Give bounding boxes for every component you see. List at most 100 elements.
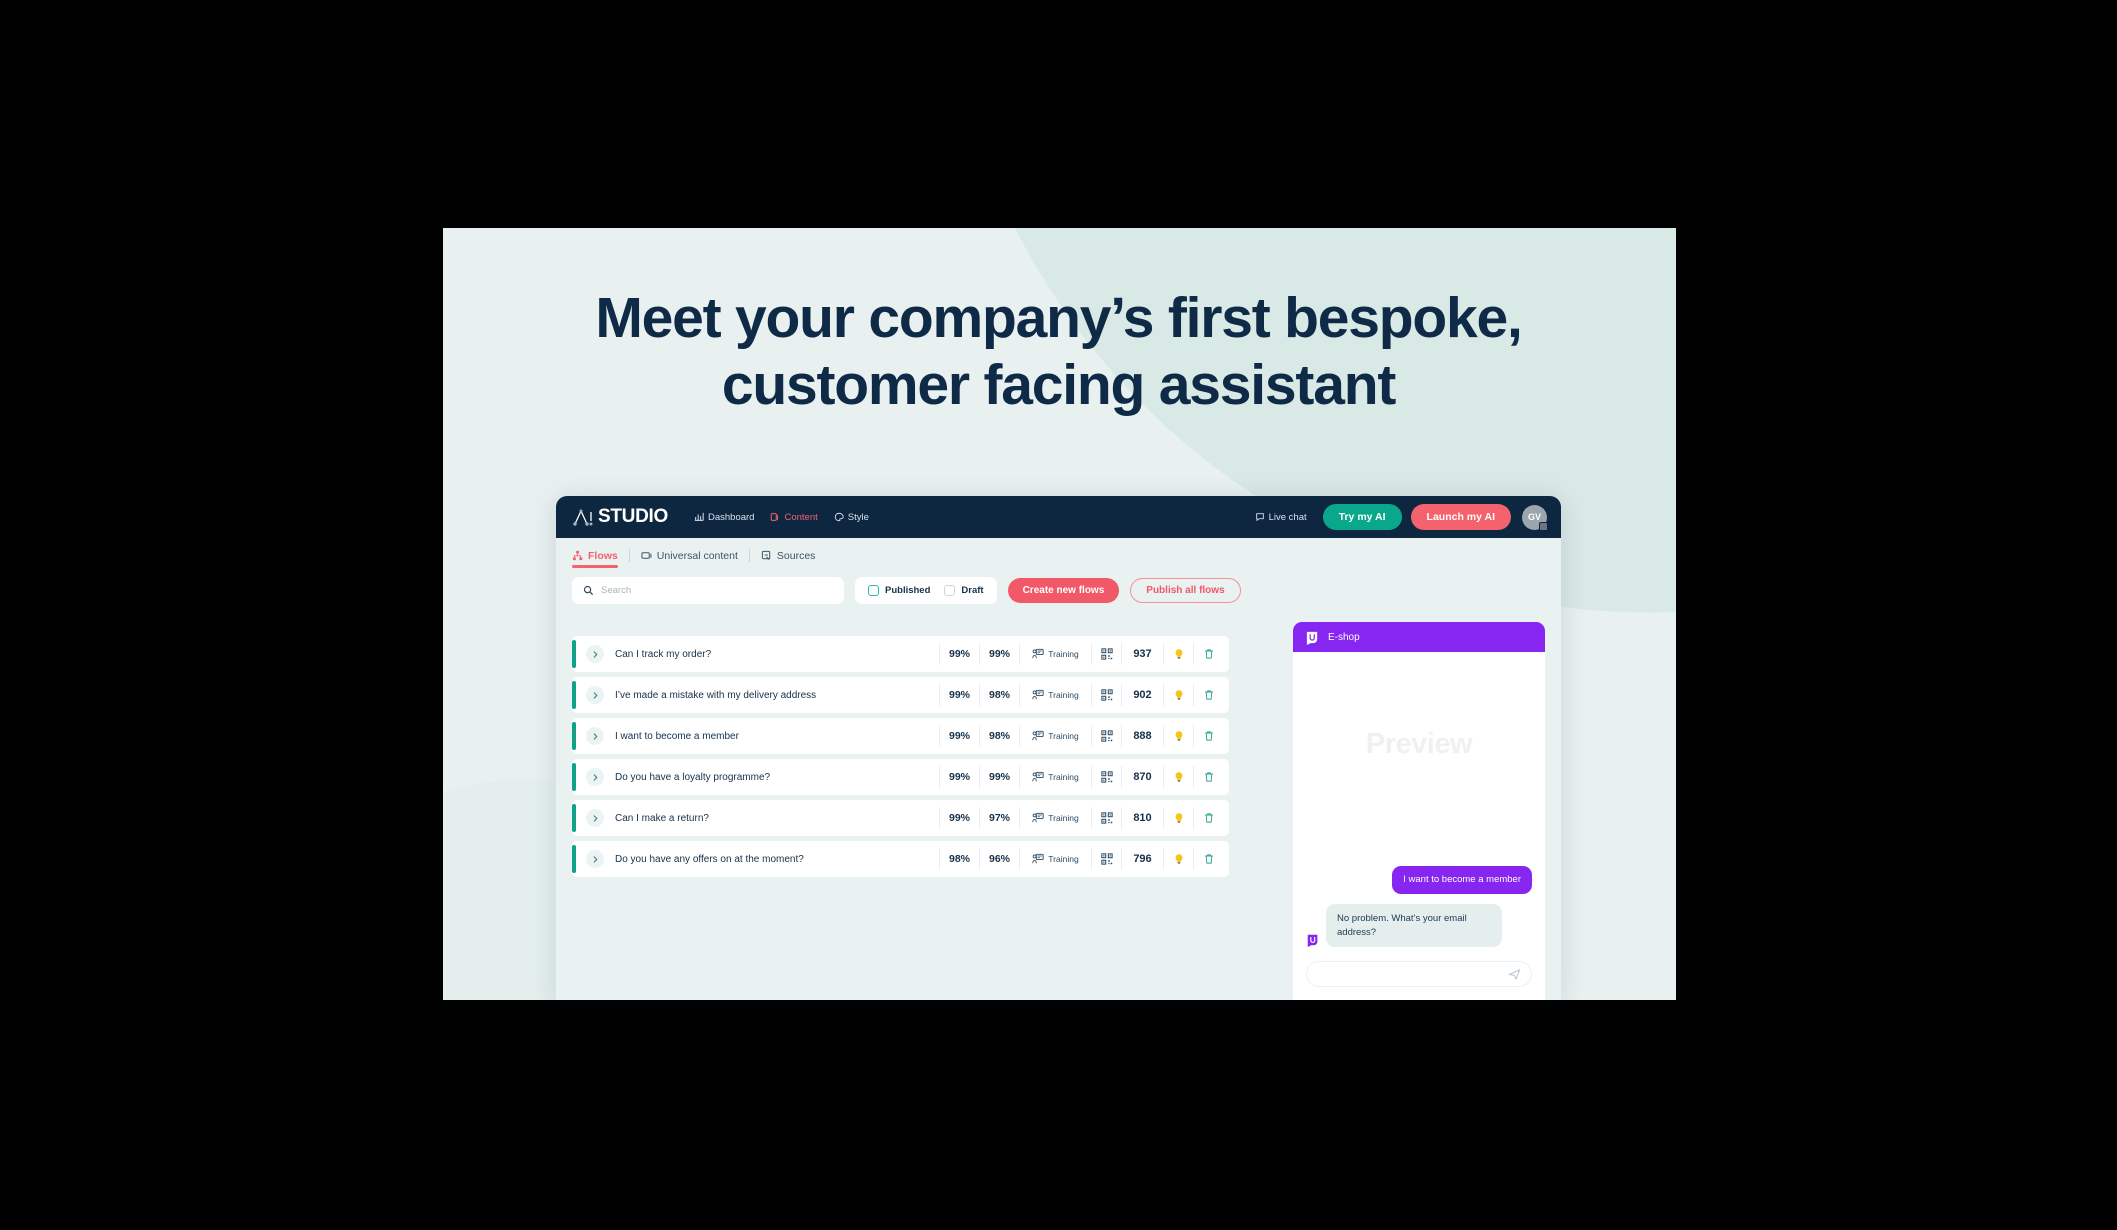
flow-metric-secondary: 98% <box>979 684 1019 706</box>
flow-status-badge[interactable]: Training <box>1019 684 1091 706</box>
flow-insight-button[interactable] <box>1163 725 1193 747</box>
trash-icon[interactable] <box>1203 853 1215 865</box>
trash-icon[interactable] <box>1203 812 1215 824</box>
flow-qr-button[interactable] <box>1091 766 1121 788</box>
flow-insight-button[interactable] <box>1163 848 1193 870</box>
flow-delete-button[interactable] <box>1193 807 1223 829</box>
topnav-label-content: Content <box>784 511 818 523</box>
topnav-item-style[interactable]: Style <box>834 512 869 523</box>
search-placeholder: Search <box>601 585 632 596</box>
content-icon <box>771 513 779 521</box>
tab-universal-content[interactable]: Universal content <box>641 550 749 571</box>
live-chat-label: Live chat <box>1268 511 1307 523</box>
flow-status-bar <box>572 804 576 832</box>
training-easel-icon <box>1032 689 1044 700</box>
training-easel-icon <box>1032 853 1044 864</box>
topnav-item-content[interactable]: Content <box>770 511 818 523</box>
flow-qr-button[interactable] <box>1091 643 1121 665</box>
topnav-label-dashboard: Dashboard <box>707 511 755 523</box>
flow-status-badge[interactable]: Training <box>1019 766 1091 788</box>
headline-line-1: Meet your company’s first bespoke, <box>595 286 1523 350</box>
flow-row[interactable]: Can I track my order? 99% 99% Training 937 <box>572 636 1229 672</box>
try-my-ai-button[interactable]: Try my AI <box>1322 504 1402 530</box>
flow-status-badge[interactable]: Training <box>1019 807 1091 829</box>
topnav-item-dashboard[interactable]: Dashboard <box>694 512 754 523</box>
flow-row[interactable]: I’ve made a mistake with my delivery add… <box>572 677 1229 713</box>
launch-my-ai-button[interactable]: Launch my AI <box>1410 504 1511 530</box>
chevron-right-icon <box>593 732 598 740</box>
flow-expand-button[interactable] <box>586 686 604 704</box>
trash-icon[interactable] <box>1203 689 1215 701</box>
flow-delete-button[interactable] <box>1193 643 1223 665</box>
flow-row[interactable]: Do you have a loyalty programme? 99% 99% Tr… <box>572 759 1229 795</box>
flow-expand-button[interactable] <box>586 645 604 663</box>
brand-logo[interactable]: STUDIO <box>572 506 668 528</box>
flow-row[interactable]: Can I make a return? 99% 97% Training 810 <box>572 800 1229 836</box>
flow-status-bar <box>572 763 576 791</box>
flow-expand-button[interactable] <box>586 727 604 745</box>
flow-metric-secondary: 96% <box>979 848 1019 870</box>
tab-sources[interactable]: Sources <box>761 550 827 571</box>
flow-row[interactable]: Do you have any offers on at the moment?… <box>572 841 1229 877</box>
flow-insight-button[interactable] <box>1163 766 1193 788</box>
preview-watermark: Preview <box>1365 728 1473 760</box>
flow-metric-primary: 99% <box>939 807 979 829</box>
flow-expand-button[interactable] <box>586 809 604 827</box>
publish-all-flows-button[interactable]: Publish all flows <box>1130 578 1241 603</box>
chat-widget-logo-icon <box>1306 631 1318 645</box>
flow-status-badge[interactable]: Training <box>1019 643 1091 665</box>
flow-title: Can I track my order? <box>615 648 712 660</box>
sources-document-icon <box>761 550 771 560</box>
chat-input[interactable] <box>1306 961 1532 987</box>
flow-status-badge[interactable]: Training <box>1019 848 1091 870</box>
flow-metric-primary: 99% <box>939 725 979 747</box>
flow-title: I’ve made a mistake with my delivery add… <box>615 689 817 701</box>
flow-title: Do you have a loyalty programme? <box>615 771 771 783</box>
flow-qr-button[interactable] <box>1091 684 1121 706</box>
trash-icon[interactable] <box>1203 648 1215 660</box>
flow-insight-button[interactable] <box>1163 807 1193 829</box>
flow-delete-button[interactable] <box>1193 848 1223 870</box>
flow-qr-button[interactable] <box>1091 807 1121 829</box>
published-checkbox[interactable] <box>868 585 879 596</box>
flow-count: 937 <box>1121 643 1163 665</box>
flow-status-badge-label: Training <box>1048 731 1079 741</box>
tab-strip: Flows Universal content Sources <box>556 538 1561 571</box>
chat-message-bot-row: No problem. What’s your email address? <box>1306 904 1532 947</box>
flow-delete-button[interactable] <box>1193 766 1223 788</box>
flow-status-badge[interactable]: Training <box>1019 725 1091 747</box>
flow-delete-button[interactable] <box>1193 684 1223 706</box>
flow-expand-button[interactable] <box>586 850 604 868</box>
avatar[interactable]: GV <box>1522 504 1548 531</box>
draft-label: Draft <box>961 585 984 596</box>
flow-insight-button[interactable] <box>1163 684 1193 706</box>
chevron-right-icon <box>593 855 598 863</box>
trash-icon[interactable] <box>1203 730 1215 742</box>
chat-bubble-icon <box>1255 513 1264 522</box>
chat-message-bot: No problem. What’s your email address? <box>1326 904 1503 947</box>
flow-count: 870 <box>1121 766 1163 788</box>
draft-checkbox[interactable] <box>944 585 956 596</box>
chat-message-user: I want to become a member <box>1392 865 1532 895</box>
app-body: Flows Universal content Sources Search P… <box>556 538 1561 1000</box>
tab-label-universal-content: Universal content <box>656 549 738 562</box>
flow-metric-secondary: 99% <box>979 766 1019 788</box>
flow-expand-button[interactable] <box>586 768 604 786</box>
live-chat-button[interactable]: Live chat <box>1255 512 1307 523</box>
flow-metric-secondary: 99% <box>979 643 1019 665</box>
flow-qr-button[interactable] <box>1091 725 1121 747</box>
send-paper-plane-icon[interactable] <box>1508 968 1521 981</box>
flow-qr-button[interactable] <box>1091 848 1121 870</box>
flow-row[interactable]: I want to become a member 99% 98% Training 8… <box>572 718 1229 754</box>
tab-flows[interactable]: Flows <box>572 550 629 571</box>
flow-count: 810 <box>1121 807 1163 829</box>
search-input[interactable]: Search <box>572 577 844 604</box>
trash-icon[interactable] <box>1203 771 1215 783</box>
flow-delete-button[interactable] <box>1193 725 1223 747</box>
filter-published[interactable]: Published <box>868 585 930 596</box>
flows-hierarchy-icon <box>572 550 583 561</box>
filter-draft[interactable]: Draft <box>944 585 984 596</box>
flow-insight-button[interactable] <box>1163 643 1193 665</box>
training-easel-icon <box>1032 771 1044 782</box>
create-new-flows-button[interactable]: Create new flows <box>1007 578 1120 603</box>
